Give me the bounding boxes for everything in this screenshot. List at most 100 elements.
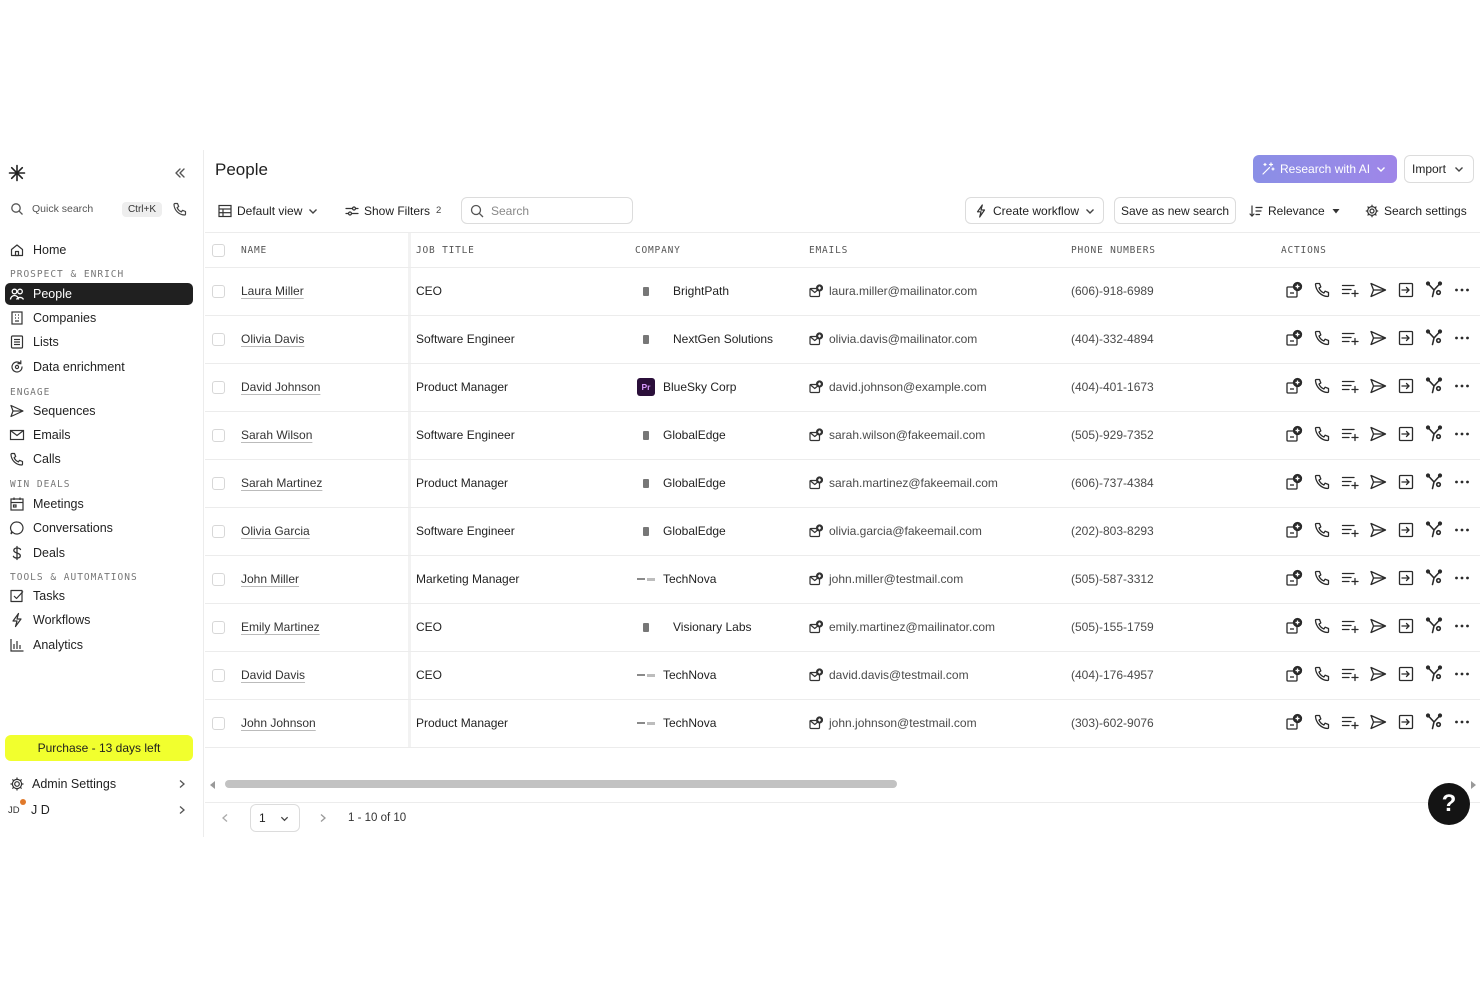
sidebar-item-companies[interactable]: Companies <box>5 307 193 329</box>
company-cell[interactable]: GlobalEdge <box>637 522 726 540</box>
add-to-list-icon[interactable] <box>1341 281 1359 299</box>
company-cell[interactable]: Pr BlueSky Corp <box>637 378 736 396</box>
workflow-icon[interactable] <box>1425 329 1443 347</box>
more-icon[interactable] <box>1453 617 1471 635</box>
enrich-icon[interactable] <box>1285 473 1303 491</box>
scrollbar-thumb[interactable] <box>225 780 897 788</box>
table-row[interactable]: Emily Martinez CEO Visionary Labs emily.mar… <box>205 604 1480 652</box>
row-checkbox[interactable] <box>212 717 225 730</box>
company-cell[interactable]: TechNova <box>637 666 716 684</box>
workflow-icon[interactable] <box>1425 521 1443 539</box>
column-header-emails[interactable]: EMAILS <box>809 245 848 256</box>
table-row[interactable]: Laura Miller CEO BrightPath laura.miller@ma… <box>205 268 1480 316</box>
horizontal-scrollbar[interactable] <box>205 778 1480 790</box>
export-icon[interactable] <box>1397 665 1415 683</box>
send-icon[interactable] <box>1369 377 1387 395</box>
sidebar-item-analytics[interactable]: Analytics <box>5 634 193 656</box>
table-row[interactable]: John Johnson Product Manager TechNova john.… <box>205 700 1480 748</box>
email-cell[interactable]: sarah.wilson@fakeemail.com <box>809 428 985 442</box>
dialer-phone-icon[interactable] <box>172 201 188 217</box>
phone-icon[interactable] <box>1313 473 1331 491</box>
export-icon[interactable] <box>1397 425 1415 443</box>
send-icon[interactable] <box>1369 521 1387 539</box>
export-icon[interactable] <box>1397 281 1415 299</box>
research-with-ai-button[interactable]: Research with AI <box>1253 155 1397 183</box>
add-to-list-icon[interactable] <box>1341 329 1359 347</box>
previous-page-icon[interactable] <box>220 813 230 823</box>
search-input[interactable] <box>491 203 621 218</box>
asterisk-logo-icon[interactable] <box>8 164 26 182</box>
admin-settings-item[interactable]: Admin Settings <box>5 773 193 795</box>
workflow-icon[interactable] <box>1425 713 1443 731</box>
enrich-icon[interactable] <box>1285 281 1303 299</box>
send-icon[interactable] <box>1369 665 1387 683</box>
email-cell[interactable]: john.miller@testmail.com <box>809 572 963 586</box>
phone-number[interactable]: (404)-176-4957 <box>1071 668 1154 682</box>
phone-number[interactable]: (505)-155-1759 <box>1071 620 1154 634</box>
person-name-link[interactable]: Sarah Wilson <box>241 428 312 442</box>
company-cell[interactable]: Visionary Labs <box>637 618 752 636</box>
company-cell[interactable]: NextGen Solutions <box>637 330 773 348</box>
row-checkbox[interactable] <box>212 669 225 682</box>
send-icon[interactable] <box>1369 425 1387 443</box>
select-all-checkbox[interactable] <box>212 244 225 257</box>
user-profile-item[interactable]: JD J D <box>5 799 193 821</box>
row-checkbox[interactable] <box>212 525 225 538</box>
default-view-dropdown[interactable]: Default view <box>218 197 319 224</box>
sidebar-item-workflows[interactable]: Workflows <box>5 609 193 631</box>
export-icon[interactable] <box>1397 713 1415 731</box>
table-row[interactable]: David Johnson Product Manager Pr BlueSky Co… <box>205 364 1480 412</box>
enrich-icon[interactable] <box>1285 425 1303 443</box>
sidebar-item-sequences[interactable]: Sequences <box>5 400 193 422</box>
table-row[interactable]: Olivia Davis Software Engineer NextGen Sol… <box>205 316 1480 364</box>
phone-number[interactable]: (404)-401-1673 <box>1071 380 1154 394</box>
phone-icon[interactable] <box>1313 713 1331 731</box>
sidebar-item-tasks[interactable]: Tasks <box>5 585 193 607</box>
person-name-link[interactable]: Laura Miller <box>241 284 304 298</box>
enrich-icon[interactable] <box>1285 521 1303 539</box>
enrich-icon[interactable] <box>1285 617 1303 635</box>
phone-icon[interactable] <box>1313 521 1331 539</box>
phone-icon[interactable] <box>1313 281 1331 299</box>
company-cell[interactable]: BrightPath <box>637 282 729 300</box>
export-icon[interactable] <box>1397 569 1415 587</box>
help-button[interactable]: ? <box>1428 783 1470 825</box>
send-icon[interactable] <box>1369 329 1387 347</box>
phone-icon[interactable] <box>1313 569 1331 587</box>
sidebar-item-emails[interactable]: Emails <box>5 424 193 446</box>
send-icon[interactable] <box>1369 617 1387 635</box>
phone-number[interactable]: (505)-587-3312 <box>1071 572 1154 586</box>
export-icon[interactable] <box>1397 329 1415 347</box>
person-name-link[interactable]: Olivia Davis <box>241 332 304 346</box>
sidebar-item-meetings[interactable]: Meetings <box>5 493 193 515</box>
row-checkbox[interactable] <box>212 621 225 634</box>
phone-icon[interactable] <box>1313 425 1331 443</box>
column-header-phone-numbers[interactable]: PHONE NUMBERS <box>1071 245 1156 256</box>
next-page-icon[interactable] <box>318 813 328 823</box>
email-cell[interactable]: olivia.davis@mailinator.com <box>809 332 977 346</box>
relevance-sort-dropdown[interactable]: Relevance <box>1249 197 1341 224</box>
row-checkbox[interactable] <box>212 573 225 586</box>
phone-number[interactable]: (606)-918-6989 <box>1071 284 1154 298</box>
sidebar-item-calls[interactable]: Calls <box>5 448 193 470</box>
add-to-list-icon[interactable] <box>1341 713 1359 731</box>
phone-number[interactable]: (303)-602-9076 <box>1071 716 1154 730</box>
workflow-icon[interactable] <box>1425 425 1443 443</box>
workflow-icon[interactable] <box>1425 473 1443 491</box>
phone-number[interactable]: (404)-332-4894 <box>1071 332 1154 346</box>
more-icon[interactable] <box>1453 569 1471 587</box>
table-row[interactable]: Sarah Martinez Product Manager GlobalEdge s… <box>205 460 1480 508</box>
search-settings-button[interactable]: Search settings <box>1365 197 1467 224</box>
row-checkbox[interactable] <box>212 381 225 394</box>
company-cell[interactable]: TechNova <box>637 714 716 732</box>
purchase-button[interactable]: Purchase - 13 days left <box>5 735 193 761</box>
more-icon[interactable] <box>1453 329 1471 347</box>
export-icon[interactable] <box>1397 473 1415 491</box>
workflow-icon[interactable] <box>1425 617 1443 635</box>
phone-icon[interactable] <box>1313 617 1331 635</box>
quick-search[interactable]: Quick search Ctrl+K <box>6 196 162 222</box>
add-to-list-icon[interactable] <box>1341 665 1359 683</box>
column-header-name[interactable]: NAME <box>241 245 267 256</box>
add-to-list-icon[interactable] <box>1341 617 1359 635</box>
email-cell[interactable]: john.johnson@testmail.com <box>809 716 977 730</box>
